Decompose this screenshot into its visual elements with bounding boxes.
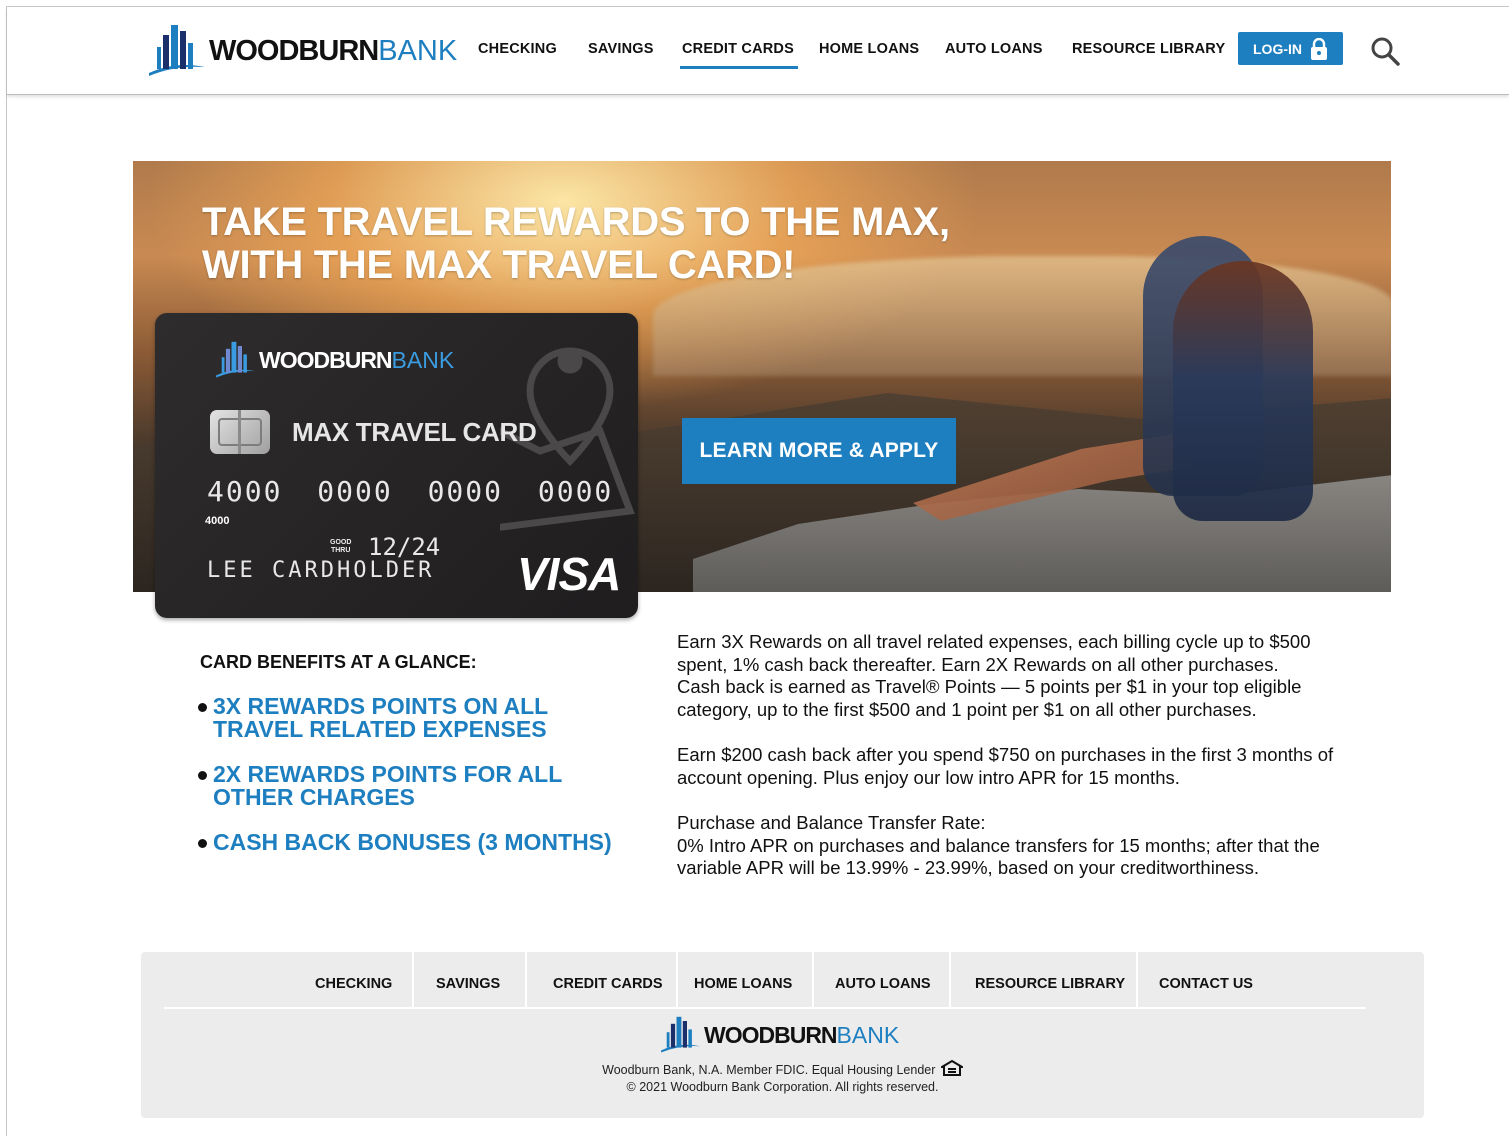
bonus-paragraph: Earn $200 cash back after you spend $750… xyxy=(677,744,1397,789)
nav-savings[interactable]: SAVINGS xyxy=(588,41,654,57)
desc-line: category, up to the first $500 and 1 poi… xyxy=(677,699,1257,721)
card-small-number: 4000 xyxy=(205,515,230,527)
card-expiry: 12/24 xyxy=(368,533,441,561)
bank-building-icon xyxy=(216,341,256,378)
desc-line: spent, 1% cash back thereafter. Earn 2X … xyxy=(677,653,1279,675)
card-holder-name: LEE CARDHOLDER xyxy=(207,558,435,583)
login-button[interactable]: LOG-IN xyxy=(1238,32,1343,65)
footer-logo[interactable]: WOODBURNBANK xyxy=(658,1014,899,1056)
desc-line: 0% Intro APR on purchases and balance tr… xyxy=(677,834,1320,856)
hero-title-line2: WITH THE MAX TRAVEL CARD! xyxy=(202,243,796,287)
benefit-item: CASH BACK BONUSES (3 MONTHS) xyxy=(198,831,612,854)
benefit-line1: 2X REWARDS POINTS FOR ALL xyxy=(213,761,563,787)
nav-home-loans[interactable]: HOME LOANS xyxy=(819,41,919,57)
nav-auto-loans[interactable]: AUTO LOANS xyxy=(945,41,1043,57)
brand-name-light: BANK xyxy=(378,34,458,67)
footer-brand-light: BANK xyxy=(836,1021,900,1048)
card-good-thru-line2: THRU xyxy=(330,547,351,554)
footer-divider xyxy=(949,952,951,1008)
footer-nav: CHECKING SAVINGS CREDIT CARDS HOME LOANS… xyxy=(141,952,1424,1008)
footer-divider-line xyxy=(164,1007,1366,1009)
login-label: LOG-IN xyxy=(1253,40,1302,57)
bullet xyxy=(198,703,207,712)
benefit-line2: TRAVEL RELATED EXPENSES xyxy=(213,716,547,742)
benefit-line1: CASH BACK BONUSES (3 MONTHS) xyxy=(213,829,612,855)
card-number: 4000 0000 0000 0000 xyxy=(207,475,614,508)
search-icon[interactable] xyxy=(1369,35,1401,67)
bank-building-icon xyxy=(149,25,205,76)
footer-divider xyxy=(1136,952,1138,1008)
learn-more-apply-button[interactable]: LEARN MORE & APPLY xyxy=(682,418,956,484)
desc-line: variable APR will be 13.99% - 23.99%, ba… xyxy=(677,857,1260,879)
brand-name-bold: WOODBURN xyxy=(209,34,379,67)
site-header: WOODBURNBANK CHECKING SAVINGS CREDIT CAR… xyxy=(7,7,1509,95)
rewards-paragraph: Earn 3X Rewards on all travel related ex… xyxy=(677,631,1397,722)
footer-link-checking[interactable]: CHECKING xyxy=(315,976,392,992)
footer-link-home-loans[interactable]: HOME LOANS xyxy=(694,976,792,992)
card-good-thru: GOOD THRU xyxy=(330,539,351,555)
footer-link-savings[interactable]: SAVINGS xyxy=(436,976,500,992)
card-logo: WOODBURNBANK xyxy=(213,339,454,381)
nav-checking[interactable]: CHECKING xyxy=(478,41,557,57)
footer-link-credit-cards[interactable]: CREDIT CARDS xyxy=(553,976,663,992)
card-brand-light: BANK xyxy=(391,346,455,373)
desc-line: Purchase and Balance Transfer Rate: xyxy=(677,812,986,833)
visa-logo: VISA xyxy=(517,548,621,600)
desc-line: account opening. Plus enjoy our low intr… xyxy=(677,766,1180,788)
header-logo[interactable]: WOODBURNBANK xyxy=(145,21,457,81)
footer-divider xyxy=(676,952,678,1008)
footer-link-resource-library[interactable]: RESOURCE LIBRARY xyxy=(975,976,1125,992)
card-brand-bold: WOODBURN xyxy=(259,346,393,373)
footer-link-contact-us[interactable]: CONTACT US xyxy=(1159,976,1253,992)
legal-line2: © 2021 Woodburn Bank Corporation. All ri… xyxy=(626,1080,939,1094)
desc-line: Cash back is earned as Travel® Points — … xyxy=(677,676,1302,698)
lock-icon xyxy=(1311,37,1327,60)
equal-housing-icon xyxy=(938,1059,966,1076)
benefit-item: 3X REWARDS POINTS ON ALL TRAVEL RELATED … xyxy=(198,695,548,741)
nav-credit-cards[interactable]: CREDIT CARDS xyxy=(680,41,798,69)
desc-line: Earn 3X Rewards on all travel related ex… xyxy=(677,631,1311,652)
bullet xyxy=(198,771,207,780)
benefits-title: CARD BENEFITS AT A GLANCE: xyxy=(200,652,477,672)
nav-resource-library[interactable]: RESOURCE LIBRARY xyxy=(1072,41,1225,57)
hero-title-line1: TAKE TRAVEL REWARDS TO THE MAX, xyxy=(202,200,950,244)
credit-card-image: WOODBURNBANK MAX TRAVEL CARD 4000 0000 0… xyxy=(155,313,638,618)
card-good-thru-line1: GOOD xyxy=(330,539,352,546)
benefit-item: 2X REWARDS POINTS FOR ALL OTHER CHARGES xyxy=(198,763,562,809)
legal-text1: Woodburn Bank, N.A. Member FDIC. Equal H… xyxy=(602,1063,936,1077)
benefit-line2: OTHER CHARGES xyxy=(213,784,415,810)
benefit-line1: 3X REWARDS POINTS ON ALL xyxy=(213,693,549,719)
footer-divider xyxy=(525,952,527,1008)
bullet xyxy=(198,839,207,848)
footer-link-auto-loans[interactable]: AUTO LOANS xyxy=(835,976,931,992)
bank-building-icon xyxy=(661,1016,701,1053)
desc-line: Earn $200 cash back after you spend $750… xyxy=(677,744,1334,765)
hero-title: TAKE TRAVEL REWARDS TO THE MAX, WITH THE… xyxy=(202,201,950,287)
card-chip-icon xyxy=(210,410,270,454)
site-footer: CHECKING SAVINGS CREDIT CARDS HOME LOANS… xyxy=(141,952,1424,1118)
apr-paragraph: Purchase and Balance Transfer Rate: 0% I… xyxy=(677,812,1397,880)
footer-divider xyxy=(812,952,814,1008)
hero-photo-woman xyxy=(1173,261,1313,521)
footer-brand-bold: WOODBURN xyxy=(704,1021,838,1048)
legal-line1: Woodburn Bank, N.A. Member FDIC. Equal H… xyxy=(141,1059,1424,1077)
footer-divider xyxy=(412,952,414,1008)
card-product-name: MAX TRAVEL CARD xyxy=(292,417,537,447)
